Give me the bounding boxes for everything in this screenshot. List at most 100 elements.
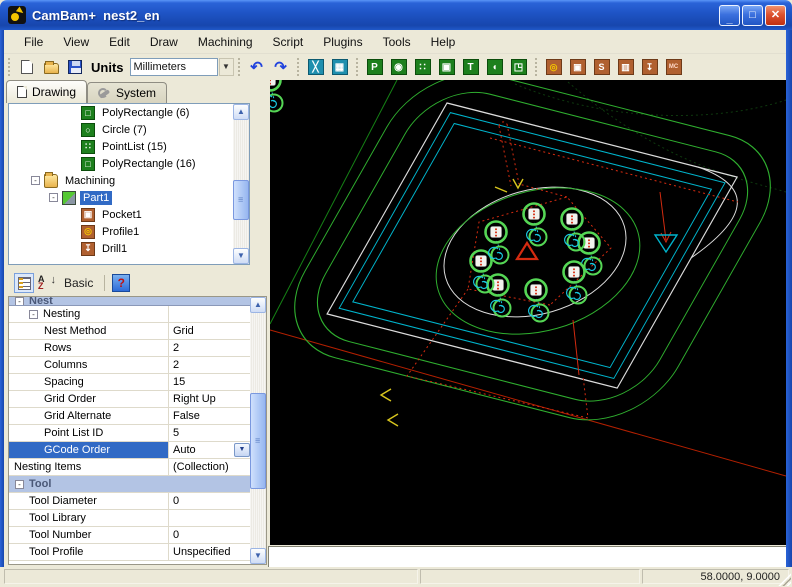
sort-alphabetical-button[interactable]: AZ↓ [38, 276, 56, 290]
text-button[interactable]: T [460, 56, 482, 78]
property-gcode-order[interactable]: GCode OrderAuto▼ [9, 442, 251, 459]
maximize-button[interactable]: □ [742, 5, 763, 26]
property-value[interactable]: (Collection) [173, 461, 229, 473]
toolbar-grip[interactable] [535, 58, 538, 76]
tree-item-label[interactable]: Part1 [80, 191, 112, 205]
tree-item-profile1[interactable]: ◎Profile1 [9, 223, 249, 240]
category-nest[interactable]: -Nest [9, 297, 251, 306]
property-nesting-items[interactable]: Nesting Items(Collection) [9, 459, 251, 476]
tree-scrollbar[interactable]: ▲ ▼ [233, 104, 249, 264]
pocket-op-button[interactable]: ▣ [567, 56, 589, 78]
property-columns[interactable]: Columns2 [9, 357, 251, 374]
tree-expander-icon[interactable]: - [49, 193, 58, 202]
propgrid-scrollbar[interactable]: ▲ ▼ [250, 297, 266, 564]
menu-edit[interactable]: Edit [99, 32, 140, 52]
property-value[interactable]: False [173, 410, 200, 422]
help-button[interactable]: ? [112, 274, 130, 292]
toolbar-grip[interactable] [297, 58, 300, 76]
tree-item-pointlist-15-[interactable]: ∷PointList (15) [9, 138, 249, 155]
drill-op-button[interactable]: ↧ [639, 56, 661, 78]
tree-item-polyrectangle-6-[interactable]: □PolyRectangle (6) [9, 104, 249, 121]
property-rows[interactable]: Rows2 [9, 340, 251, 357]
undo-button[interactable]: ↶ [246, 56, 268, 78]
tree-item-machining[interactable]: - Machining [9, 172, 249, 189]
tree-item-pocket1[interactable]: ▣Pocket1 [9, 206, 249, 223]
draw-rectangle-button[interactable]: ▣ [436, 56, 458, 78]
scroll-up-icon[interactable]: ▲ [233, 104, 249, 120]
property-tool-profile[interactable]: Tool ProfileUnspecified [9, 544, 251, 561]
tree-expander-icon[interactable]: - [31, 176, 40, 185]
tree-item-label[interactable]: PolyRectangle (6) [99, 106, 192, 120]
property-value[interactable]: Right Up [173, 393, 216, 405]
menu-view[interactable]: View [53, 32, 99, 52]
tree-item-label[interactable]: Machining [62, 174, 118, 188]
redo-button[interactable]: ↷ [270, 56, 292, 78]
property-point-list-id[interactable]: Point List ID5 [9, 425, 251, 442]
tree-item-label[interactable]: PolyRectangle (16) [99, 157, 199, 171]
new-file-button[interactable] [16, 56, 38, 78]
scroll-up-icon[interactable]: ▲ [250, 297, 266, 313]
property-value[interactable]: Auto [173, 444, 196, 456]
menu-plugins[interactable]: Plugins [313, 32, 372, 52]
property-value[interactable]: Grid [173, 325, 194, 337]
point-list-button[interactable]: ∷ [412, 56, 434, 78]
snap-point-button[interactable]: ╳ [305, 56, 327, 78]
tree-item-label[interactable]: Profile1 [99, 225, 142, 239]
profile-op-button[interactable]: ◎ [543, 56, 565, 78]
tree-scroll-thumb[interactable] [233, 180, 249, 220]
resize-grip-icon[interactable] [778, 573, 791, 586]
property-value[interactable]: 2 [173, 342, 179, 354]
property-tool-number[interactable]: Tool Number0 [9, 527, 251, 544]
scroll-down-icon[interactable]: ▼ [250, 548, 266, 564]
surface-button[interactable]: ◳ [508, 56, 530, 78]
property-value[interactable]: 15 [173, 376, 185, 388]
polyline-button[interactable]: P [364, 56, 386, 78]
close-button[interactable]: ✕ [765, 5, 786, 26]
draw-circle-button[interactable]: ◉ [388, 56, 410, 78]
menu-script[interactable]: Script [263, 32, 314, 52]
units-dropdown-arrow-icon[interactable]: ▼ [219, 58, 234, 76]
toolbar-grip[interactable] [238, 58, 241, 76]
property-grid-order[interactable]: Grid OrderRight Up [9, 391, 251, 408]
tree-item-drill1[interactable]: ↧Drill1 [9, 240, 249, 257]
property-value[interactable]: Unspecified [173, 546, 230, 558]
tree-item-label[interactable]: PointList (15) [99, 140, 170, 154]
arc-button[interactable]: ◖ [484, 56, 506, 78]
tree-item-circle-7-[interactable]: ○Circle (7) [9, 121, 249, 138]
toolbar-grip[interactable] [8, 58, 11, 76]
menu-help[interactable]: Help [421, 32, 466, 52]
toolbar-grip[interactable] [356, 58, 359, 76]
lathe-op-button[interactable]: ▥ [615, 56, 637, 78]
menu-file[interactable]: File [14, 32, 53, 52]
grid-button[interactable]: ▦ [329, 56, 351, 78]
scroll-down-icon[interactable]: ▼ [233, 248, 249, 264]
menu-draw[interactable]: Draw [140, 32, 188, 52]
expander-icon[interactable]: - [15, 480, 24, 489]
property-tool-diameter[interactable]: Tool Diameter0 [9, 493, 251, 510]
expander-icon[interactable]: - [29, 310, 38, 319]
tree-item-label[interactable]: Drill1 [99, 242, 130, 256]
engrave-op-button[interactable]: S [591, 56, 613, 78]
menu-tools[interactable]: Tools [373, 32, 421, 52]
property-value[interactable]: 0 [173, 495, 179, 507]
tree-item-part1[interactable]: - Part1 [9, 189, 249, 206]
save-file-button[interactable] [64, 56, 86, 78]
property-tool-library[interactable]: Tool Library [9, 510, 251, 527]
tab-system[interactable]: System [87, 82, 167, 103]
open-file-button[interactable] [40, 56, 62, 78]
tree-item-label[interactable]: Pocket1 [99, 208, 145, 222]
value-dropdown-icon[interactable]: ▼ [234, 443, 250, 457]
cad-viewport[interactable] [270, 80, 786, 545]
propgrid-scroll-thumb[interactable] [250, 393, 266, 489]
category-tool[interactable]: -Tool [9, 476, 251, 493]
property-nest-method[interactable]: Nest MethodGrid [9, 323, 251, 340]
property-grid-alternate[interactable]: Grid AlternateFalse [9, 408, 251, 425]
tree-item-label[interactable]: Circle (7) [99, 123, 150, 137]
property-spacing[interactable]: Spacing15 [9, 374, 251, 391]
minimize-button[interactable]: _ [719, 5, 740, 26]
categorized-view-button[interactable] [14, 273, 34, 293]
expander-icon[interactable]: - [15, 297, 24, 305]
tree-item-polyrectangle-16-[interactable]: □PolyRectangle (16) [9, 155, 249, 172]
gcode-button[interactable]: MC [663, 56, 685, 78]
tab-drawing[interactable]: Drawing [6, 80, 87, 103]
